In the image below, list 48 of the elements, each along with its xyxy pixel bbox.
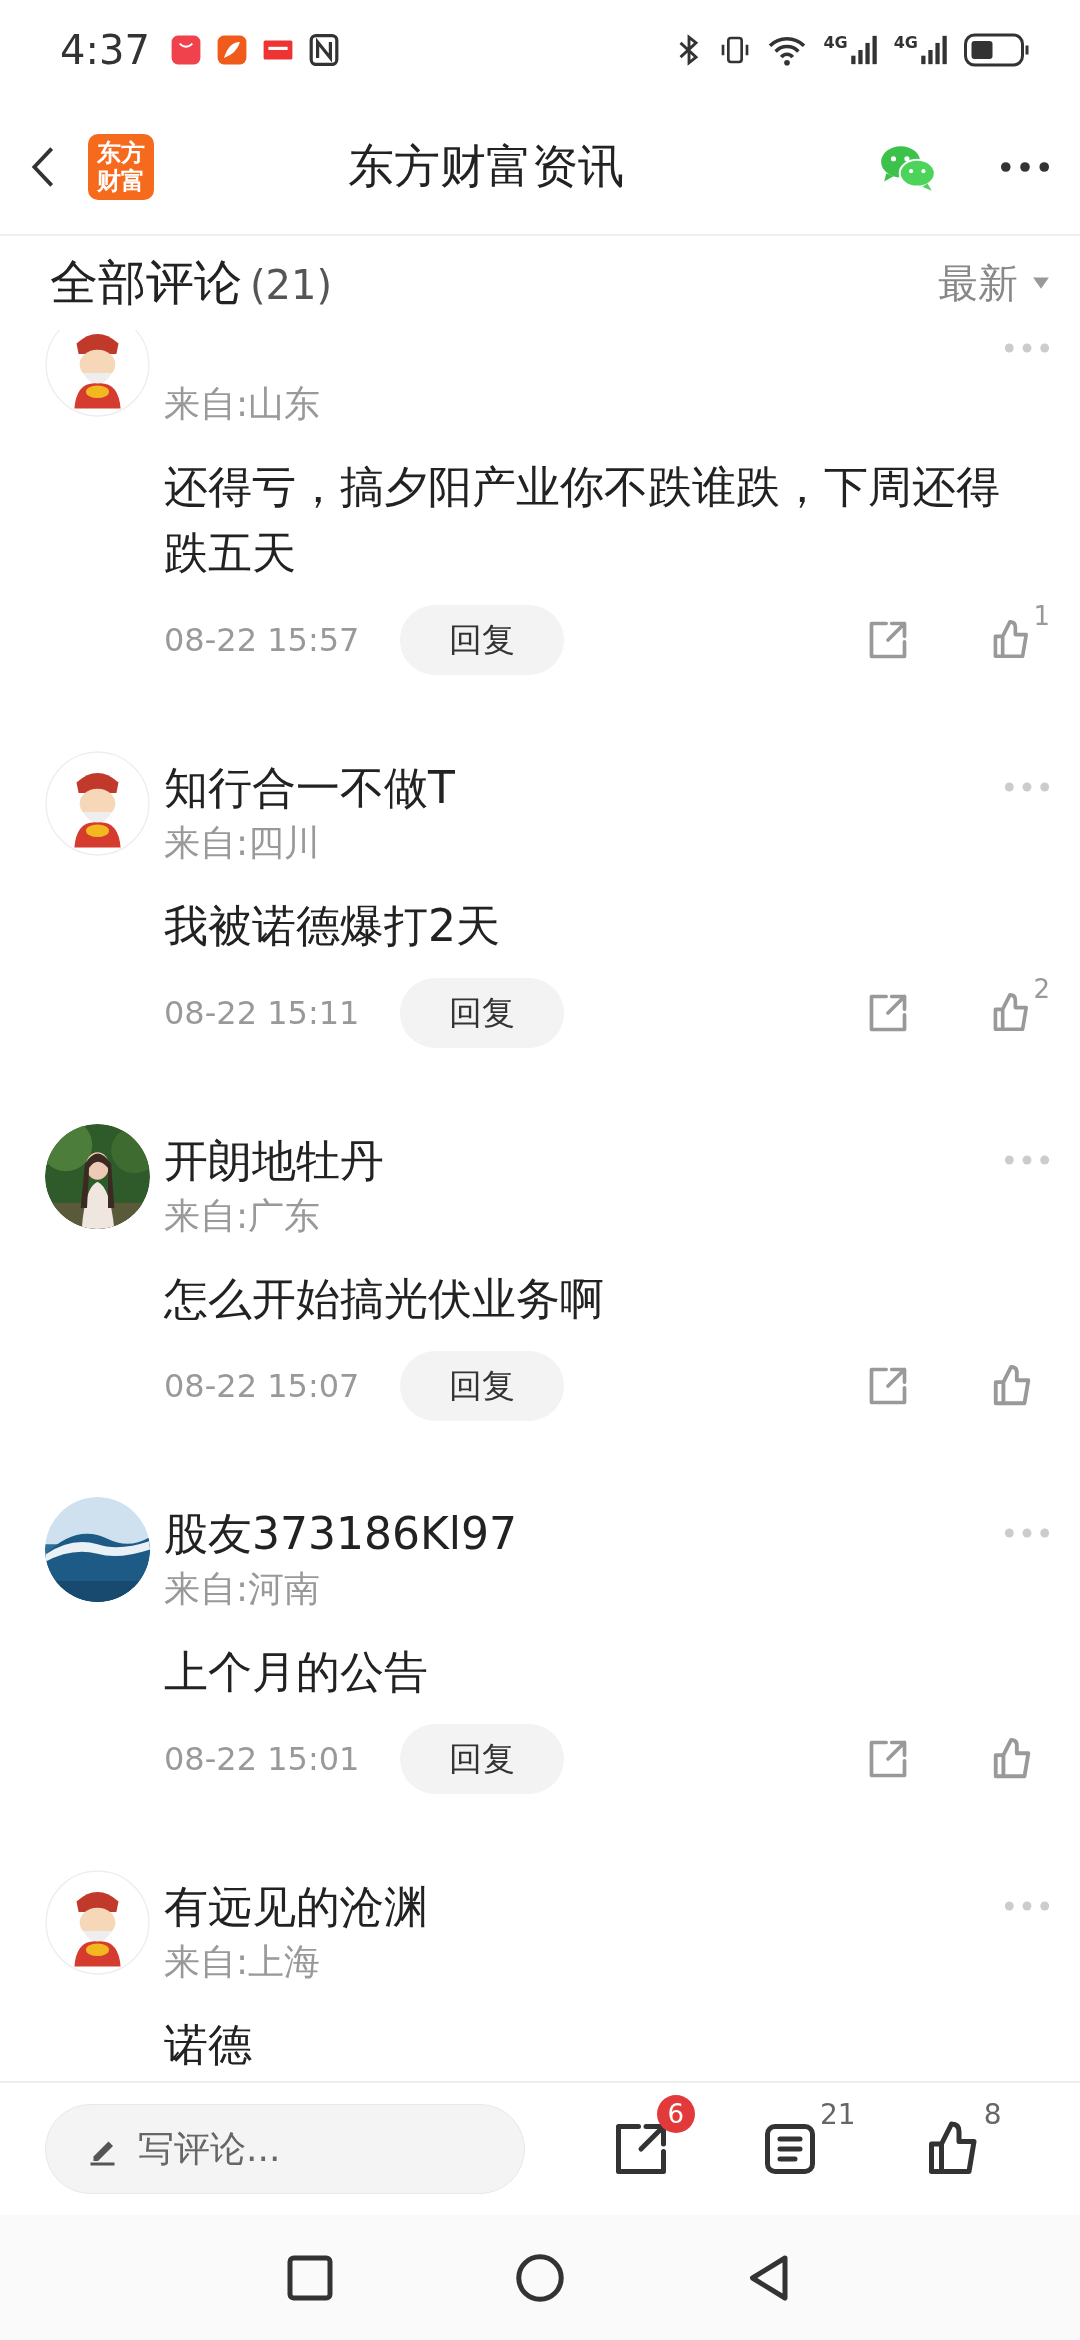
reply-button[interactable]: 回复 — [400, 1351, 564, 1421]
caret-icon — [1032, 276, 1050, 290]
nfc-icon — [307, 33, 340, 67]
reply-button[interactable]: 回复 — [400, 1724, 564, 1794]
share-count-badge: 6 — [656, 2095, 695, 2133]
clock-time: 4:37 — [60, 27, 150, 73]
like-total: 8 — [983, 2101, 1002, 2129]
comment-input[interactable]: 写评论... — [45, 2104, 526, 2194]
user-name[interactable]: 股友373186Kl97 — [164, 1507, 518, 1561]
bag-icon — [169, 33, 202, 67]
more-icon[interactable] — [1000, 161, 1050, 173]
home-circle-icon[interactable] — [515, 2252, 565, 2303]
network-type: 4G — [823, 33, 848, 52]
comment-count: (21) — [250, 262, 333, 308]
user-name[interactable]: 知行合一不做T — [164, 761, 455, 815]
comment-time: 08-22 15:07 — [164, 1367, 361, 1405]
back-icon[interactable] — [30, 145, 56, 189]
user-location: 来自:广东 — [164, 1194, 322, 1238]
user-name[interactable]: 有远见的沧渊 — [164, 1880, 428, 1934]
like-count: 2 — [1033, 976, 1050, 1002]
user-location: 来自:山东 — [164, 382, 321, 426]
like-count: 1 — [1033, 603, 1050, 629]
comment-text: 还得亏，搞夕阳产业你不跌谁跌，下周还得跌五天 — [164, 460, 1001, 580]
user-location: 来自:河南 — [164, 1567, 322, 1611]
battery-icon — [964, 32, 1030, 68]
comment-time: 08-22 15:57 — [164, 621, 361, 659]
comment-total: 21 — [819, 2101, 856, 2129]
signal-icon — [918, 33, 950, 67]
comment-text: 怎么开始搞光伏业务啊 — [164, 1272, 605, 1326]
app-logo: 东方 财富 — [88, 134, 154, 200]
user-location: 来自:四川 — [164, 821, 322, 865]
comment-time: 08-22 15:11 — [164, 994, 361, 1032]
page-title: 东方财富资讯 — [348, 138, 625, 195]
section-title: 全部评论 — [50, 253, 242, 312]
leaf-icon — [215, 33, 248, 67]
mascot-avatar[interactable] — [45, 751, 150, 856]
network-type: 4G — [893, 33, 918, 52]
mascot-avatar[interactable] — [45, 1870, 150, 1975]
comment-time: 08-22 15:01 — [164, 1740, 361, 1778]
user-name[interactable]: 开朗地牡丹 — [164, 1134, 384, 1188]
reply-button[interactable]: 回复 — [400, 605, 564, 675]
comment-text: 上个月的公告 — [164, 1645, 429, 1699]
mascot-avatar[interactable] — [45, 330, 150, 417]
comment-text: 诺德 — [164, 2018, 253, 2072]
user-location: 来自:上海 — [164, 1940, 322, 1984]
comment-text: 我被诺德爆打2天 — [164, 899, 501, 953]
sort-dropdown[interactable]: 最新 — [938, 255, 1050, 311]
reply-button[interactable]: 回复 — [400, 978, 564, 1048]
